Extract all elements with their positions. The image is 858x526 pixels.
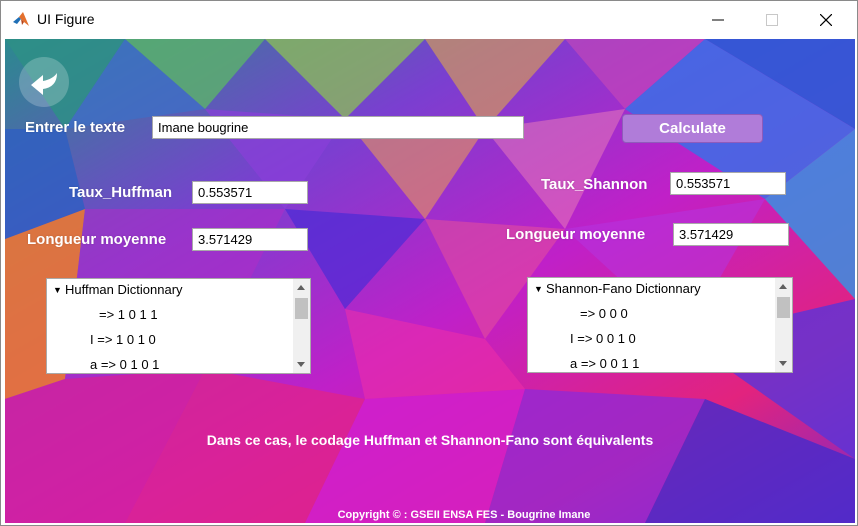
- matlab-icon: [12, 11, 30, 29]
- tree-node[interactable]: I => 0 0 1 0: [570, 331, 636, 346]
- back-arrow-icon: [31, 73, 57, 95]
- title-bar[interactable]: UI Figure: [1, 1, 857, 39]
- window-title: UI Figure: [37, 11, 95, 27]
- shannon-rate-field[interactable]: 0.553571: [670, 172, 786, 195]
- close-icon: [820, 14, 832, 26]
- shannon-avg-label: Longueur moyenne: [506, 226, 646, 243]
- maximize-icon: [766, 14, 778, 26]
- scroll-down-icon[interactable]: [779, 361, 787, 366]
- huffman-avg-field[interactable]: 3.571429: [192, 228, 308, 251]
- huffman-dictionary-tree[interactable]: ▼ Huffman Dictionnary => 1 0 1 1 I => 1 0…: [46, 278, 311, 374]
- expand-triangle-icon[interactable]: ▼: [53, 285, 65, 295]
- tree-node-shannon-root[interactable]: ▼ Shannon-Fano Dictionnary: [534, 281, 701, 296]
- result-message: Dans ce cas, le codage Huffman et Shanno…: [206, 432, 654, 448]
- expand-triangle-icon[interactable]: ▼: [534, 284, 546, 294]
- minimize-button[interactable]: [695, 1, 741, 39]
- scroll-down-icon[interactable]: [297, 362, 305, 367]
- tree-root-label: Shannon-Fano Dictionnary: [546, 281, 701, 296]
- tree-root-label: Huffman Dictionnary: [65, 282, 183, 297]
- back-button[interactable]: [19, 57, 69, 107]
- scroll-thumb[interactable]: [777, 297, 790, 318]
- huffman-rate-field[interactable]: 0.553571: [192, 181, 308, 204]
- tree-node[interactable]: => 1 0 1 1: [99, 307, 158, 322]
- tree-node[interactable]: a => 0 0 1 1: [570, 356, 639, 371]
- text-input[interactable]: Imane bougrine: [152, 116, 524, 139]
- shannon-dictionary-tree[interactable]: ▼ Shannon-Fano Dictionnary => 0 0 0 I => …: [527, 277, 793, 373]
- tree-node[interactable]: => 0 0 0: [580, 306, 628, 321]
- figure-canvas: Entrer le texte Imane bougrine Calculate…: [5, 39, 855, 523]
- copyright-footer: Copyright © : GSEII ENSA FES - Bougrine …: [337, 509, 591, 521]
- tree-node-huffman-root[interactable]: ▼ Huffman Dictionnary: [53, 282, 183, 297]
- maximize-button[interactable]: [749, 1, 795, 39]
- close-button[interactable]: [803, 1, 849, 39]
- shannon-tree-scrollbar[interactable]: [775, 278, 792, 372]
- huffman-avg-label: Longueur moyenne: [27, 231, 167, 248]
- tree-node[interactable]: I => 1 0 1 0: [90, 332, 156, 347]
- shannon-avg-field[interactable]: 3.571429: [673, 223, 789, 246]
- huffman-tree-scrollbar[interactable]: [293, 279, 310, 373]
- calculate-button[interactable]: Calculate: [622, 114, 763, 143]
- shannon-rate-label: Taux_Shannon: [541, 176, 648, 193]
- scroll-up-icon[interactable]: [779, 284, 787, 289]
- text-input-label: Entrer le texte: [25, 119, 126, 136]
- scroll-thumb[interactable]: [295, 298, 308, 319]
- huffman-rate-label: Taux_Huffman: [69, 184, 173, 201]
- minimize-icon: [712, 19, 724, 21]
- tree-node[interactable]: a => 0 1 0 1: [90, 357, 159, 372]
- app-window: UI Figure Entrer le texte Imane bougrine…: [0, 0, 858, 526]
- scroll-up-icon[interactable]: [297, 285, 305, 290]
